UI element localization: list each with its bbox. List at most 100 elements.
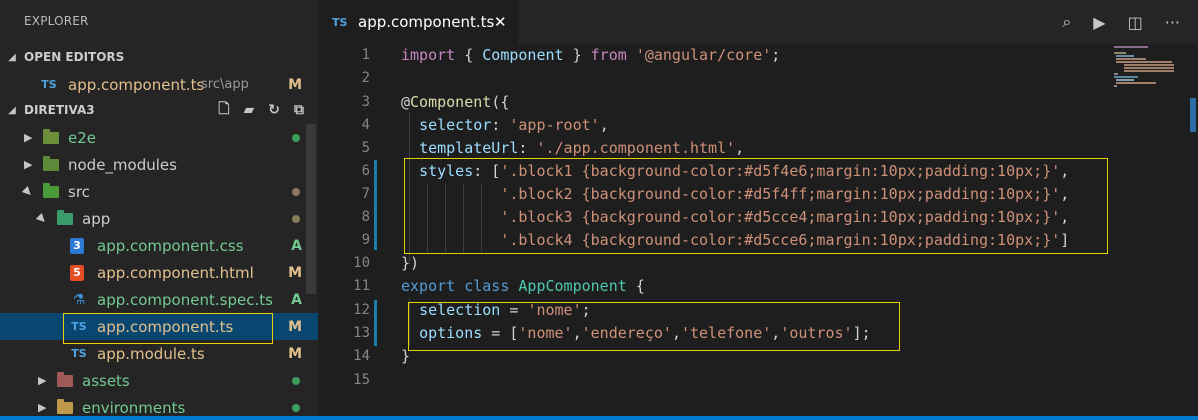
line-number: 10	[353, 255, 370, 271]
change-indicator	[374, 300, 377, 346]
typescript-file-icon: TS	[71, 347, 87, 360]
src-folder-icon	[42, 182, 60, 200]
line-number: 2	[361, 70, 370, 86]
highlight-box	[408, 302, 900, 351]
tree-item-app-component-html[interactable]: 5 app.component.html M	[0, 259, 318, 286]
status-badge: M	[288, 345, 302, 362]
line-number: 7	[361, 186, 370, 202]
open-editor-filename: app.component.ts	[68, 75, 205, 94]
status-dot	[292, 376, 300, 385]
typescript-file-icon: TS	[332, 15, 348, 29]
code-line-5: templateUrl: './app.component.html',	[419, 139, 745, 157]
tree-item-src[interactable]: ▶ src	[0, 178, 318, 205]
tree-item-label: src	[68, 182, 90, 201]
tree-item-app-component-css[interactable]: 3 app.component.css A	[0, 232, 318, 259]
tree-item-label: app.component.html	[97, 263, 254, 282]
status-dot	[292, 214, 300, 223]
tree-item-label: app.component.css	[97, 236, 244, 255]
node-folder-icon	[42, 155, 60, 173]
change-indicator	[374, 160, 377, 250]
open-editors-label: OPEN EDITORS	[24, 50, 125, 64]
code-line-4: selector: 'app-root',	[419, 116, 609, 134]
status-dot	[292, 187, 300, 196]
editor-tab-bar: TS app.component.ts ✕ ⌕ ▶ ◫ ···	[318, 0, 1198, 44]
tree-item-label: e2e	[68, 128, 97, 147]
tree-item-label: app.module.ts	[97, 344, 205, 363]
chevron-down-icon: ▶	[34, 210, 50, 227]
code-line-11: export class AppComponent {	[401, 277, 645, 295]
status-badge: M	[288, 76, 302, 93]
chevron-right-icon: ▶	[38, 401, 47, 414]
chevron-down-icon: ◢	[8, 51, 16, 63]
tree-item-label: app	[82, 209, 111, 228]
tree-item-node-modules[interactable]: ▶ node_modules	[0, 151, 318, 178]
split-editor-icon[interactable]: ◫	[1128, 13, 1143, 32]
status-badge: M	[288, 264, 302, 281]
code-editor[interactable]: 1 2 3 4 5 6 7 8 9 10 11 12 13 14 15 import { Component…	[318, 44, 1198, 420]
line-number: 8	[361, 209, 370, 225]
run-icon[interactable]: ▶	[1093, 13, 1105, 32]
collapse-all-icon[interactable]: ⧉	[294, 102, 304, 118]
new-folder-icon[interactable]: ▰	[243, 102, 254, 118]
minimap[interactable]	[1114, 44, 1186, 104]
tree-item-assets[interactable]: ▶ assets	[0, 367, 318, 394]
status-badge: A	[291, 237, 302, 254]
line-number: 6	[361, 163, 370, 179]
sidebar-scrollbar[interactable]	[306, 124, 316, 294]
explorer-title: EXPLORER	[24, 14, 89, 28]
tree-item-app-module-ts[interactable]: TS app.module.ts M	[0, 340, 318, 367]
more-actions-icon[interactable]: ···	[1165, 13, 1180, 32]
chevron-down-icon: ◢	[8, 104, 16, 116]
tree-item-label: assets	[82, 371, 130, 390]
chevron-right-icon: ▶	[24, 131, 33, 144]
css-file-icon: 3	[70, 237, 84, 254]
html-file-icon: 5	[70, 264, 84, 281]
refresh-icon[interactable]: ↻	[268, 102, 280, 118]
open-changes-icon[interactable]: ⌕	[1062, 12, 1071, 32]
line-number: 5	[361, 140, 370, 156]
line-number: 15	[353, 372, 370, 388]
assets-folder-icon	[56, 371, 74, 389]
line-number: 4	[361, 117, 370, 133]
status-badge: M	[288, 318, 302, 335]
line-number: 3	[361, 94, 370, 110]
editor-scrollbar[interactable]	[1184, 44, 1198, 420]
code-line-3: @Component({	[401, 93, 510, 111]
highlight-box	[404, 158, 1108, 254]
app-folder-icon	[56, 209, 74, 227]
tree-item-e2e[interactable]: ▶ e2e	[0, 124, 318, 151]
line-number: 1	[361, 47, 370, 63]
tree-item-label: node_modules	[68, 155, 177, 174]
open-editor-item[interactable]: TS app.component.ts src\app M	[0, 71, 318, 98]
chevron-right-icon: ▶	[38, 374, 47, 387]
status-badge: A	[291, 291, 302, 308]
tree-item-app-component-spec[interactable]: ⚗ app.component.spec.ts A	[0, 286, 318, 313]
status-bar	[0, 416, 1198, 420]
editor-actions: ⌕ ▶ ◫ ···	[1062, 0, 1180, 44]
status-dot	[292, 403, 300, 412]
chevron-right-icon: ▶	[24, 158, 33, 171]
code-line-10: })	[401, 254, 420, 272]
close-icon[interactable]: ✕	[494, 13, 507, 31]
chevron-down-icon: ▶	[20, 183, 36, 200]
open-editors-header[interactable]: ◢ OPEN EDITORS	[0, 44, 318, 70]
status-dot	[292, 133, 300, 142]
tree-item-app[interactable]: ▶ app	[0, 205, 318, 232]
test-tube-icon: ⚗	[72, 291, 86, 308]
folder-icon	[56, 398, 74, 416]
folder-icon	[42, 128, 60, 146]
open-editor-path: src\app	[201, 77, 249, 92]
line-number: 14	[353, 348, 370, 364]
new-file-icon[interactable]: 🗋	[218, 98, 229, 122]
tab-app-component-ts[interactable]: TS app.component.ts ✕	[318, 0, 518, 44]
tree-item-label: app.component.spec.ts	[97, 290, 273, 309]
tab-title: app.component.ts	[358, 13, 495, 31]
explorer-toolbar: 🗋 ▰ ↻ ⧉	[218, 97, 304, 123]
line-number: 9	[361, 232, 370, 248]
line-number: 11	[353, 278, 370, 294]
project-header[interactable]: ◢ DIRETIVA3 🗋 ▰ ↻ ⧉	[0, 97, 318, 123]
line-number: 12	[353, 302, 370, 318]
scroll-position-marker	[1190, 98, 1196, 132]
typescript-file-icon: TS	[41, 78, 57, 91]
code-line-1: import { Component } from '@angular/core…	[401, 46, 781, 64]
